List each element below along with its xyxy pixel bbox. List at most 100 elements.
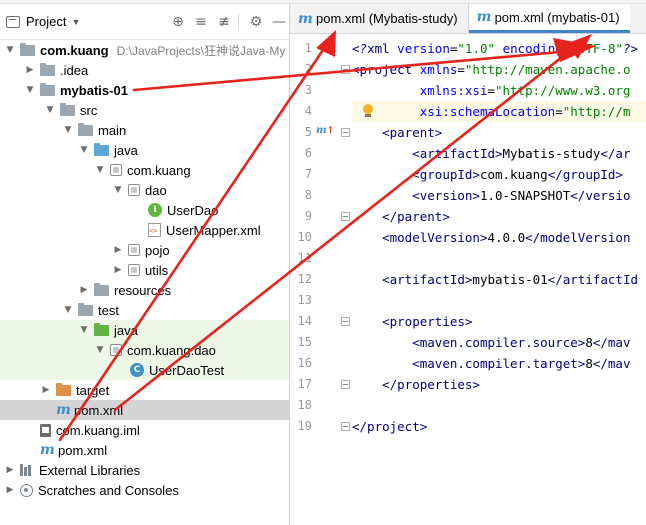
- project-tree: ▼ com.kuang D:\JavaProjects\狂神说Java-My ▶…: [0, 40, 289, 500]
- gutter-row: 9: [290, 206, 350, 227]
- maven-parent-gutter-icon[interactable]: m↑: [316, 125, 334, 136]
- tree-node-userdao[interactable]: ▶ I UserDao: [0, 200, 289, 220]
- hide-panel-icon[interactable]: —: [269, 12, 289, 32]
- fold-marker-icon[interactable]: [341, 65, 350, 74]
- chevron-down-icon[interactable]: ▼: [78, 145, 90, 155]
- chevron-down-icon[interactable]: ▼: [71, 17, 80, 27]
- tree-node-dao[interactable]: ▼ dao: [0, 180, 289, 200]
- tree-node-external-libraries[interactable]: ▶ External Libraries: [0, 460, 289, 480]
- module-folder-icon: [20, 42, 35, 56]
- code-line: <version>1.0-SNAPSHOT</versio: [352, 185, 630, 206]
- tab-pom-mybatis-study[interactable]: m pom.xml (Mybatis-study): [290, 4, 469, 33]
- lightbulb-icon[interactable]: [362, 104, 374, 118]
- tree-node-label: src: [80, 102, 98, 118]
- code-token: <modelVersion>: [382, 230, 488, 245]
- tree-node-target[interactable]: ▶ target: [0, 380, 289, 400]
- chevron-right-icon[interactable]: ▶: [112, 265, 124, 275]
- chevron-down-icon[interactable]: ▼: [62, 305, 74, 315]
- project-panel: Project ▼ ⊕ ≡ ≢ ⚙ — ▼ com.kuang D:\JavaP…: [0, 4, 290, 525]
- tree-node-pojo[interactable]: ▶ pojo: [0, 240, 289, 260]
- chevron-down-icon[interactable]: ▼: [94, 165, 106, 175]
- tree-node-usermapper-xml[interactable]: ▶ UserMapper.xml: [0, 220, 289, 240]
- tree-node-root[interactable]: ▼ com.kuang D:\JavaProjects\狂神说Java-My: [0, 40, 289, 60]
- code-line: <properties>: [352, 311, 472, 332]
- line-number: 7: [304, 167, 312, 181]
- tree-node-idea[interactable]: ▶ .idea: [0, 60, 289, 80]
- fold-marker-icon[interactable]: [341, 212, 350, 221]
- code-line: </parent>: [352, 206, 450, 227]
- code-content[interactable]: <?xml version="1.0" encoding="UTF-8"?> <p…: [352, 34, 646, 525]
- gutter-row: 2: [290, 59, 350, 80]
- fold-marker-icon[interactable]: [341, 128, 350, 137]
- tree-node-package-com-kuang-dao[interactable]: ▼ com.kuang.dao: [0, 340, 289, 360]
- tree-node-scratches[interactable]: ▶ Scratches and Consoles: [0, 480, 289, 500]
- gear-icon[interactable]: ⚙: [246, 12, 266, 32]
- gutter-row: 1: [290, 38, 350, 59]
- tree-node-label: resources: [114, 282, 172, 298]
- code-token: xmlns:xsi: [419, 83, 488, 98]
- code-token: <parent>: [382, 125, 443, 140]
- line-number: 10: [297, 230, 312, 244]
- code-token: </groupId>: [547, 167, 623, 182]
- fold-marker-icon[interactable]: [341, 380, 350, 389]
- chevron-down-icon[interactable]: ▼: [62, 125, 74, 135]
- chevron-right-icon[interactable]: ▶: [4, 465, 16, 475]
- chevron-down-icon[interactable]: ▼: [44, 105, 56, 115]
- chevron-right-icon[interactable]: ▶: [24, 65, 36, 75]
- code-token: <properties>: [382, 314, 473, 329]
- locate-file-icon[interactable]: ⊕: [168, 12, 188, 32]
- tree-node-package-com-kuang[interactable]: ▼ com.kuang: [0, 160, 289, 180]
- editor-panel: m pom.xml (Mybatis-study) m pom.xml (myb…: [290, 4, 646, 525]
- tree-node-test[interactable]: ▼ test: [0, 300, 289, 320]
- gutter-row: 11: [290, 248, 350, 269]
- code-token: Mybatis-study: [502, 146, 601, 161]
- tree-node-main[interactable]: ▼ main: [0, 120, 289, 140]
- collapse-all-icon[interactable]: ≢: [214, 12, 234, 32]
- tree-node-module-pom-xml[interactable]: ▶ m pom.xml: [0, 400, 289, 420]
- chevron-down-icon[interactable]: ▼: [112, 185, 124, 195]
- line-number: 6: [304, 146, 312, 160]
- tree-node-userdaotest[interactable]: ▶ C UserDaoTest: [0, 360, 289, 380]
- code-editor[interactable]: 1 2 3 4 5 m↑ 6 7 8 9 10 11 12 13 14 15 16 17 18 19 <?xml ve…: [290, 34, 646, 525]
- line-number: 17: [297, 377, 312, 391]
- tree-node-label: target: [76, 382, 110, 398]
- chevron-down-icon[interactable]: ▼: [78, 325, 90, 335]
- tree-node-main-java[interactable]: ▼ java: [0, 140, 289, 160]
- tree-node-iml[interactable]: ▶ com.kuang.iml: [0, 420, 289, 440]
- tree-node-resources[interactable]: ▶ resources: [0, 280, 289, 300]
- folder-icon: [78, 122, 93, 136]
- gutter-row: 14: [290, 311, 350, 332]
- chevron-down-icon[interactable]: ▼: [24, 85, 36, 95]
- fold-marker-icon[interactable]: [341, 317, 350, 326]
- chevron-right-icon[interactable]: ▶: [112, 245, 124, 255]
- code-line: </properties>: [352, 374, 480, 395]
- tab-pom-mybatis-01[interactable]: m pom.xml (mybatis-01): [468, 4, 630, 33]
- chevron-down-icon[interactable]: ▼: [4, 45, 16, 55]
- expand-all-icon[interactable]: ≡: [191, 12, 211, 32]
- fold-marker-icon[interactable]: [341, 422, 350, 431]
- code-line: <maven.compiler.target>8</mav: [352, 353, 630, 374]
- project-view-selector[interactable]: Project: [26, 14, 66, 29]
- tree-node-test-java[interactable]: ▼ java: [0, 320, 289, 340]
- tree-node-label: com.kuang: [40, 42, 109, 58]
- code-token: =: [487, 83, 495, 98]
- line-number: 9: [304, 209, 312, 223]
- tree-node-utils[interactable]: ▶ utils: [0, 260, 289, 280]
- gutter-row: 15: [290, 332, 350, 353]
- code-line: <modelVersion>4.0.0</modelVersion: [352, 227, 630, 248]
- line-gutter: 1 2 3 4 5 m↑ 6 7 8 9 10 11 12 13 14 15 16 17 18 19: [290, 34, 350, 525]
- tree-node-root-pom-xml[interactable]: ▶ m pom.xml: [0, 440, 289, 460]
- tree-node-mybatis-01[interactable]: ▼ mybatis-01: [0, 80, 289, 100]
- excluded-folder-icon: [56, 382, 71, 396]
- chevron-right-icon[interactable]: ▶: [40, 385, 52, 395]
- chevron-right-icon[interactable]: ▶: [78, 285, 90, 295]
- tree-node-src[interactable]: ▼ src: [0, 100, 289, 120]
- code-token: <project: [352, 62, 420, 77]
- chevron-down-icon[interactable]: ▼: [94, 345, 106, 355]
- maven-icon: m: [298, 10, 313, 27]
- chevron-right-icon[interactable]: ▶: [4, 485, 16, 495]
- code-line: <groupId>com.kuang</groupId>: [352, 164, 623, 185]
